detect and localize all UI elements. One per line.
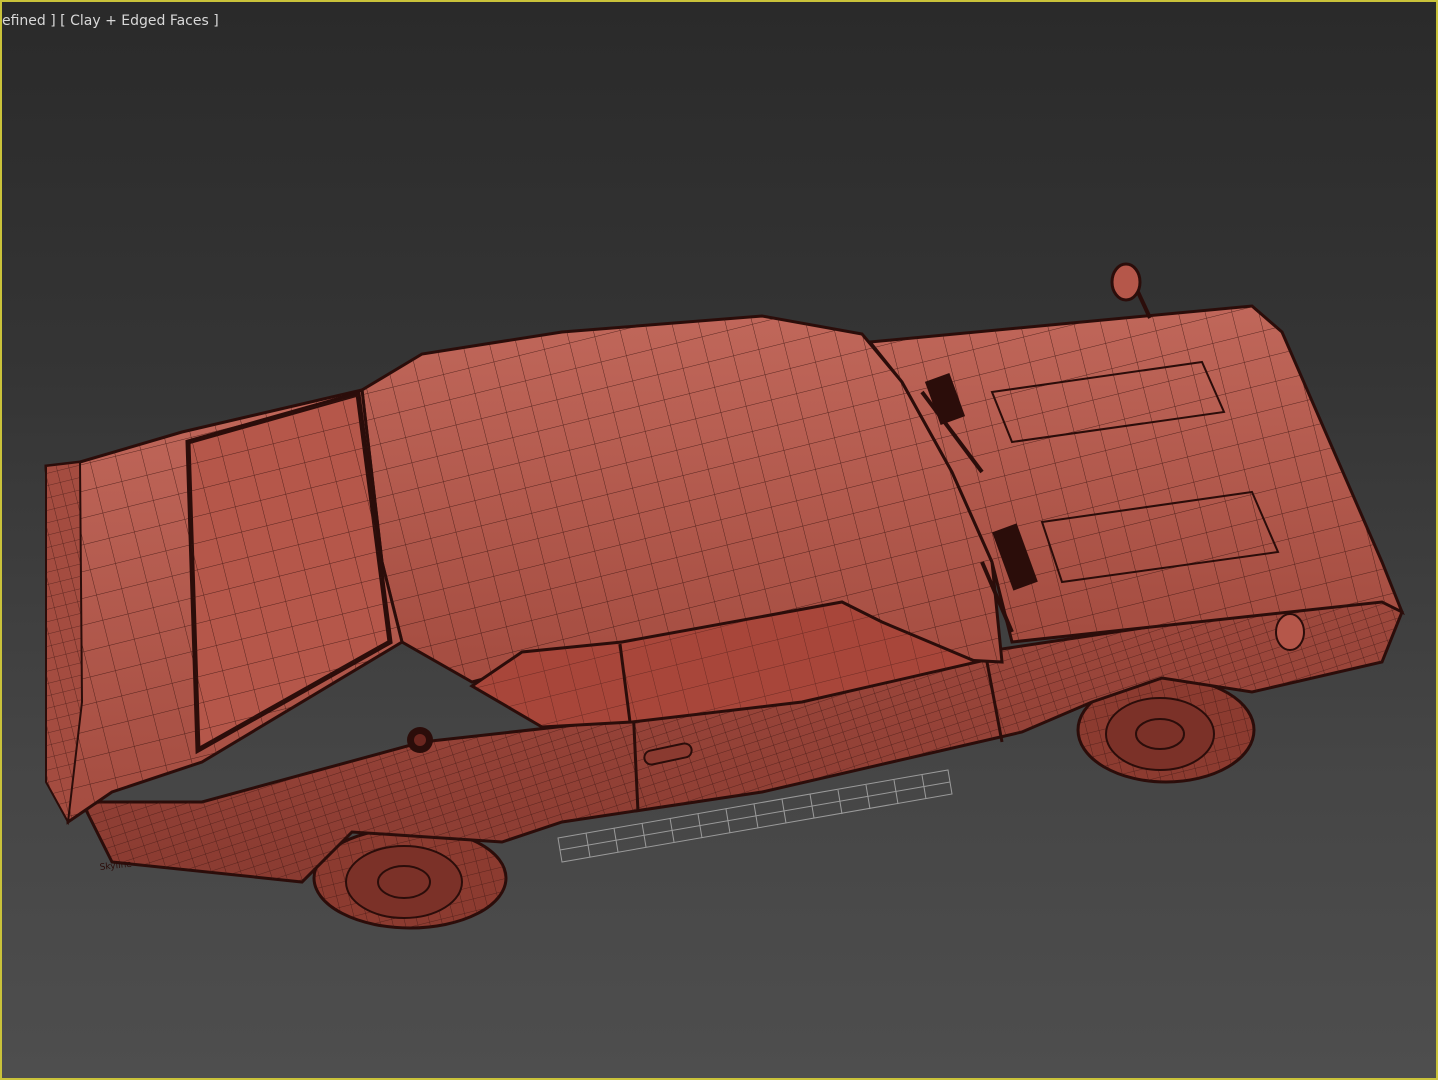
- badge-text: Skyline: [99, 860, 133, 873]
- car-model-render[interactable]: Skyline: [2, 2, 1436, 1078]
- perspective-viewport[interactable]: efined ] [ Clay + Edged Faces ] Skyline: [0, 0, 1438, 1080]
- side-mirror: [1110, 262, 1152, 319]
- rear-deck: [44, 388, 404, 826]
- rear-badge: Skyline: [99, 860, 133, 873]
